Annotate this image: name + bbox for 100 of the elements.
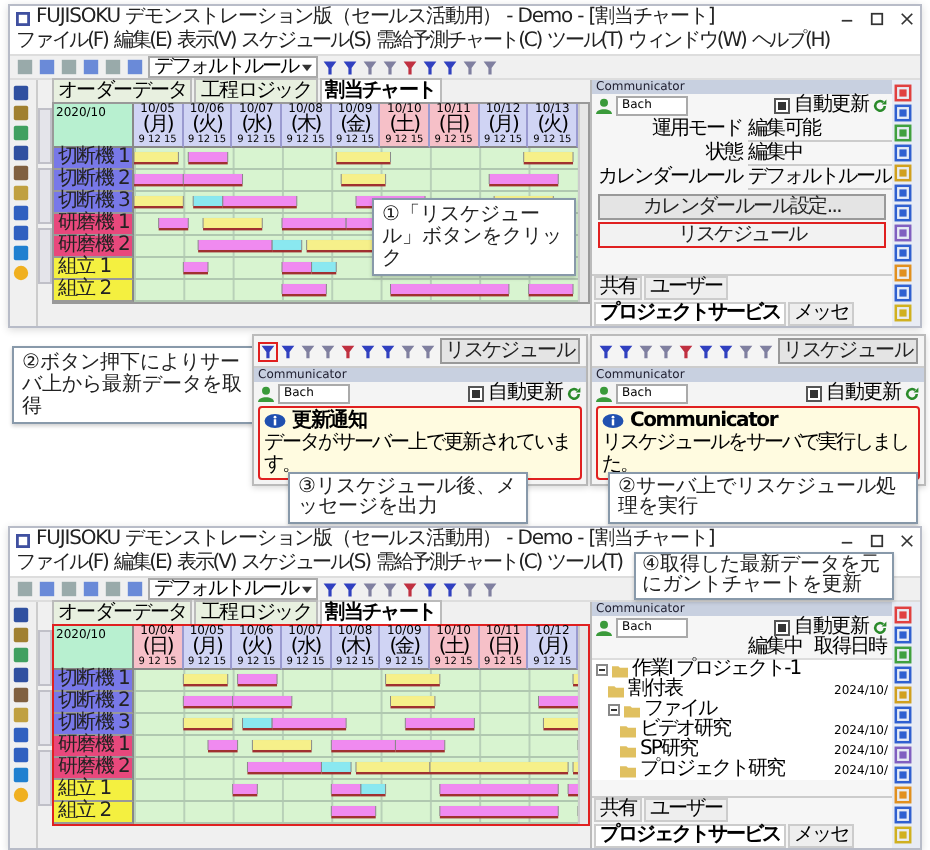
field-label: カレンダールール <box>598 166 742 190</box>
task-bars-drawing[interactable] <box>134 148 578 168</box>
callout-box: ②サーバ上でリスケジュール処理を実行 <box>608 472 918 524</box>
info-icon <box>602 414 624 428</box>
popup-message: データがサーバー上で更新されています。 <box>264 432 572 476</box>
tree-item[interactable]: 作業Ⅰ プロジェクト-1 <box>632 660 801 680</box>
tab[interactable]: 工程ロジック <box>194 78 318 102</box>
checkbox-label: 自動更新 <box>488 382 562 404</box>
resource-label: 切断機 1 <box>54 148 134 170</box>
menu-item[interactable]: ツール(T) <box>547 552 622 576</box>
collapse-icon[interactable] <box>608 704 620 716</box>
resource-label: 切断機 2 <box>54 170 134 192</box>
close-icon[interactable] <box>900 11 914 25</box>
close-icon[interactable] <box>900 533 914 547</box>
menu-item[interactable]: 表示(V) <box>176 552 236 576</box>
caret-icon <box>302 63 312 71</box>
window-title: FUJISOKU デモンストレーション版（セールス活動用） - Demo - [割当チャート] <box>36 6 715 29</box>
rule-select[interactable]: デフォルトルール <box>148 578 318 600</box>
resource-label: 組立 1 <box>54 780 134 802</box>
menu-item[interactable]: ウィンドウ(W) <box>627 30 746 54</box>
resource-label: 切断機 3 <box>54 714 134 736</box>
scrollbar[interactable] <box>577 104 588 302</box>
resource-label: 研磨機 1 <box>54 214 134 236</box>
resource-label: 組立 2 <box>54 802 134 824</box>
checkbox-label: 自動更新 <box>826 382 900 404</box>
checkbox-label: 自動更新 <box>794 616 868 638</box>
tree-item[interactable]: ファイル <box>644 700 716 720</box>
maximize-icon[interactable] <box>870 533 884 547</box>
app-icon <box>16 11 30 25</box>
menu-item[interactable]: 編集(E) <box>113 552 171 576</box>
menu-item[interactable]: スケジュール(S) <box>241 30 370 54</box>
rule-select[interactable]: デフォルトルール <box>148 56 318 78</box>
scrollbar[interactable] <box>577 626 588 824</box>
refresh-icon[interactable] <box>872 97 888 113</box>
checkbox-label: 自動更新 <box>794 94 868 116</box>
menu-item[interactable]: 需給予測チャート(C) <box>375 30 542 54</box>
tab[interactable]: 割当チャート <box>319 78 442 102</box>
field-label: 運用モード <box>650 118 742 141</box>
resource-label: 切断機 1 <box>54 670 134 692</box>
popup-title: 更新通知 <box>292 410 367 432</box>
app-icon <box>16 533 30 547</box>
refresh-icon[interactable] <box>872 619 888 635</box>
user-icon <box>596 97 612 113</box>
popup-message: リスケジュールをサーバで実行しました。 <box>602 432 910 476</box>
panel-button[interactable]: リスケジュール <box>439 338 580 364</box>
tab[interactable]: 割当チャート <box>319 600 442 624</box>
tree-item[interactable]: ビデオ研究 <box>640 720 730 740</box>
caret-icon <box>302 585 312 593</box>
menu-item[interactable]: ファイル(F) <box>16 30 108 54</box>
resource-label: 研磨機 2 <box>54 758 134 780</box>
tree-item[interactable]: 割付表 <box>628 680 682 700</box>
callout-tooltip: ④取得した最新データを元にガントチャートを更新 <box>634 552 894 600</box>
tab[interactable]: プロジェクトサービス <box>594 302 786 326</box>
menu-item[interactable]: 表示(V) <box>176 30 236 54</box>
info-icon <box>264 414 286 428</box>
user-icon <box>258 385 274 401</box>
menu-item[interactable]: 需給予測チャート(C) <box>375 552 542 576</box>
tab[interactable]: オーダーデータ <box>52 600 193 624</box>
checkbox[interactable] <box>806 385 823 401</box>
tab[interactable]: オーダーデータ <box>52 78 193 102</box>
tree-item[interactable]: SP研究 <box>640 740 697 760</box>
column-header[interactable]: 取得日時 <box>814 638 886 658</box>
refresh-icon[interactable] <box>904 385 920 401</box>
checkbox[interactable] <box>774 97 791 113</box>
callout-box: ②ボタン押下によりサーバ上から最新データを取得 <box>12 346 256 424</box>
tab[interactable]: 工程ロジック <box>194 600 318 624</box>
tree-item[interactable]: プロジェクト研究 <box>640 760 784 780</box>
checkbox[interactable] <box>774 619 791 635</box>
collapse-icon[interactable] <box>596 664 608 676</box>
resource-label: 切断機 3 <box>54 192 134 214</box>
tab[interactable]: メッセ <box>788 824 854 848</box>
tab[interactable]: プロジェクトサービス <box>594 824 786 848</box>
callout-tooltip: ①「リスケジュール」ボタンをクリック <box>372 198 576 276</box>
menu-item[interactable]: ファイル(F) <box>16 552 108 576</box>
popup-title: Communicator <box>630 410 778 432</box>
funnel-icon[interactable] <box>260 343 276 359</box>
tab[interactable]: 共有 <box>594 276 642 300</box>
refresh-icon[interactable] <box>566 385 582 401</box>
checkbox[interactable] <box>468 385 485 401</box>
resource-label: 研磨機 2 <box>54 236 134 258</box>
tab[interactable]: ユーザー <box>644 798 728 822</box>
panel-button[interactable]: リスケジュール <box>598 222 886 248</box>
menu-item[interactable]: ツール(T) <box>547 30 622 54</box>
resource-label: 組立 1 <box>54 258 134 280</box>
resource-label: 組立 2 <box>54 280 134 302</box>
panel-button[interactable]: カレンダールール設定... <box>598 194 886 220</box>
window-title: FUJISOKU デモンストレーション版（セールス活動用） - Demo - [割当チャート] <box>36 528 715 551</box>
field-label: 状態 <box>704 142 742 166</box>
panel-button[interactable]: リスケジュール <box>777 338 918 364</box>
user-icon <box>596 385 612 401</box>
tab[interactable]: メッセ <box>788 302 854 326</box>
menu-item[interactable]: スケジュール(S) <box>241 552 370 576</box>
maximize-icon[interactable] <box>870 11 884 25</box>
menu-item[interactable]: 編集(E) <box>113 30 171 54</box>
tab[interactable]: ユーザー <box>644 276 728 300</box>
menu-item[interactable]: ヘルプ(H) <box>751 30 830 54</box>
column-header[interactable]: 編集中 <box>748 638 802 658</box>
user-icon <box>596 619 612 635</box>
tab[interactable]: 共有 <box>594 798 642 822</box>
callout-box: ③リスケジュール後、メッセージを出力 <box>288 472 528 524</box>
